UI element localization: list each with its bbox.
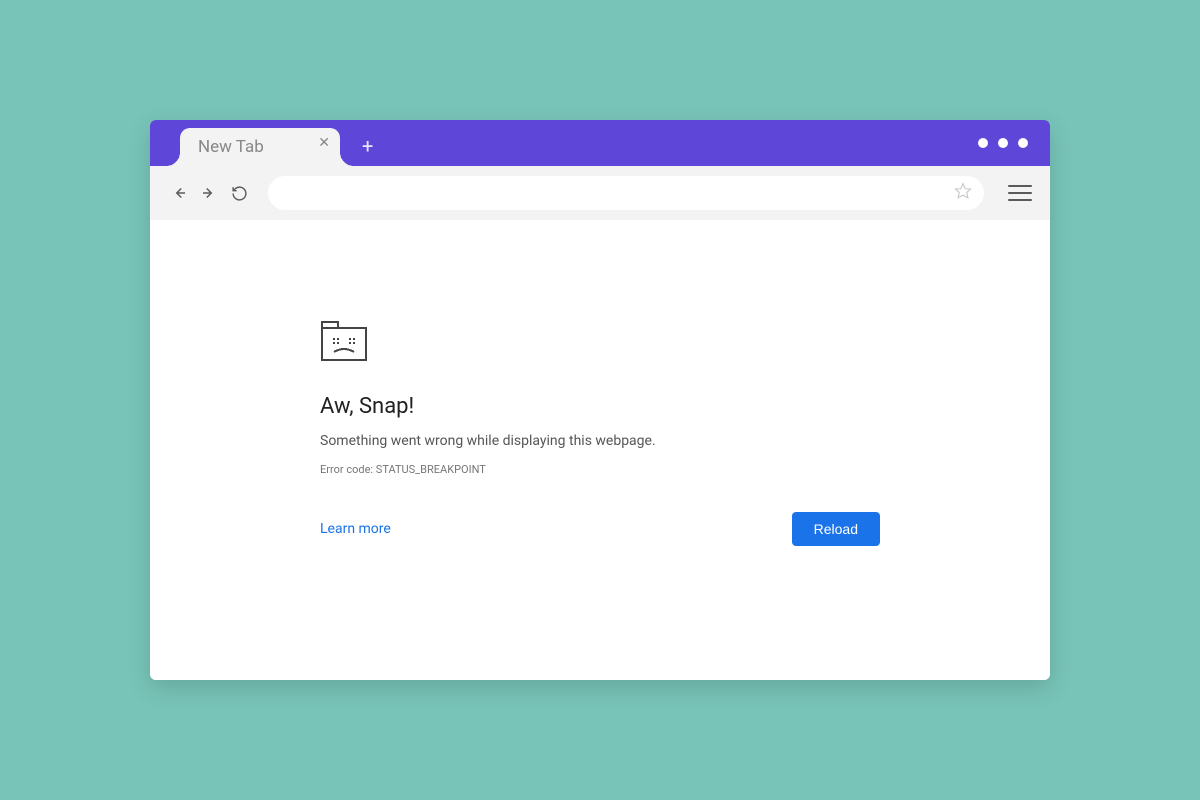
back-button[interactable] [168, 182, 190, 204]
error-actions: Learn more Reload [320, 512, 880, 546]
browser-window: New Tab ✕ + [150, 120, 1050, 680]
error-message: Something went wrong while displaying th… [320, 433, 880, 449]
tab-title: New Tab [198, 137, 264, 157]
window-control-dot[interactable] [1018, 138, 1028, 148]
learn-more-link[interactable]: Learn more [320, 521, 391, 537]
error-title: Aw, Snap! [320, 394, 880, 419]
reload-button[interactable]: Reload [792, 512, 880, 546]
page-content: Aw, Snap! Something went wrong while dis… [150, 220, 1050, 680]
close-icon[interactable]: ✕ [318, 136, 330, 150]
window-control-dot[interactable] [998, 138, 1008, 148]
new-tab-button[interactable]: + [362, 136, 373, 156]
toolbar [150, 166, 1050, 220]
forward-button[interactable] [198, 182, 220, 204]
address-bar[interactable] [268, 176, 984, 210]
error-code: Error code: STATUS_BREAKPOINT [320, 463, 880, 476]
window-controls [978, 138, 1028, 148]
browser-tab[interactable]: New Tab ✕ [180, 128, 340, 166]
window-control-dot[interactable] [978, 138, 988, 148]
bookmark-star-icon[interactable] [954, 182, 972, 204]
hamburger-menu-icon[interactable] [1008, 181, 1032, 205]
titlebar: New Tab ✕ + [150, 120, 1050, 166]
sad-folder-icon [320, 320, 880, 366]
reload-icon[interactable] [228, 182, 250, 204]
